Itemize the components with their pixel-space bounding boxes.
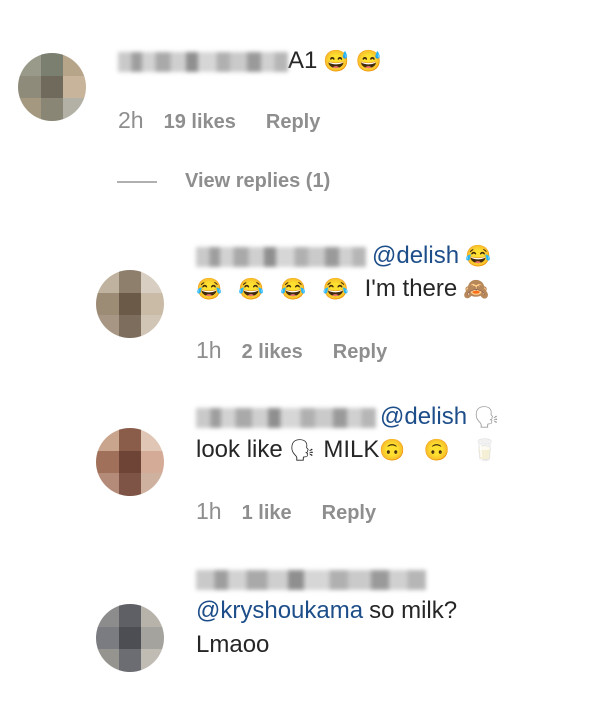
timestamp: 2h (118, 107, 144, 133)
comment-body: Lmaoo (196, 631, 270, 658)
speaking-head-emoji-icon: 🗣 (288, 438, 316, 462)
mention-link[interactable]: @delish (372, 242, 459, 269)
avatar-pixel (141, 292, 164, 317)
comment-line-1: @kryshoukama so milk? (196, 596, 457, 626)
avatar-pixel (118, 450, 143, 475)
avatar-pixel (40, 98, 65, 121)
avatar-pixel (141, 315, 164, 338)
speaking-head-emoji-icon: 🗣 (473, 405, 500, 429)
username[interactable] (196, 407, 376, 428)
comment-body: MILK (323, 436, 380, 463)
sweat-smile-emoji-icon: 😅 (355, 49, 382, 73)
avatar-pixel (141, 270, 164, 294)
avatar-pixel (118, 649, 143, 672)
avatar[interactable] (18, 53, 86, 121)
avatar-pixel (141, 604, 164, 628)
view-replies-label: View replies (1) (185, 170, 331, 192)
avatar[interactable] (96, 428, 164, 496)
comment-line-1: @delish 😂 (196, 241, 491, 271)
comment-text: A1 😅 😅 (118, 46, 382, 76)
avatar-pixel (96, 604, 120, 628)
comment-line-2: 😂 😂 😂 😂 I'm there 🙈 (190, 274, 489, 304)
avatar-pixel (63, 75, 86, 100)
milk-glass-emoji-icon: 🥛 (471, 438, 498, 462)
avatar-pixel (96, 473, 120, 496)
joy-emoji-icon: 😂 (280, 277, 307, 301)
avatar-pixel (118, 428, 143, 452)
mention-link[interactable]: @delish (380, 403, 467, 430)
avatar-pixel (96, 270, 120, 294)
avatar-pixel (118, 270, 143, 294)
joy-emoji-icon: 😂 (196, 277, 223, 301)
sweat-smile-emoji-icon: 😅 (323, 49, 350, 73)
comment-line-2: look like 🗣 MILK🙃 🙃 🥛 (196, 435, 498, 465)
upside-down-face-emoji-icon: 🙃 (379, 438, 406, 462)
avatar-pixel (141, 450, 164, 475)
comment-username-line (196, 564, 426, 594)
joy-emoji-icon: 😂 (238, 277, 265, 301)
comment-meta: 1h 1 like Reply (196, 498, 376, 525)
likes-count[interactable]: 19 likes (164, 111, 236, 133)
comment-meta: 2h 19 likes Reply (118, 107, 320, 134)
mention-link[interactable]: @kryshoukama (196, 597, 363, 624)
timestamp: 1h (196, 498, 222, 524)
joy-emoji-icon: 😂 (322, 277, 349, 301)
comment-meta: 1h 2 likes Reply (196, 337, 387, 364)
avatar-pixel (118, 626, 143, 651)
reply-button[interactable]: Reply (266, 111, 320, 133)
avatar-pixel (96, 450, 120, 475)
avatar-pixel (18, 75, 42, 100)
comment-line-1: @delish 🗣 (196, 402, 500, 432)
reply-button[interactable]: Reply (322, 502, 376, 524)
avatar-pixel (118, 315, 143, 338)
avatar-pixel (141, 649, 164, 672)
avatar-pixel (96, 626, 120, 651)
avatar-pixel (96, 315, 120, 338)
username[interactable] (196, 246, 366, 267)
avatar-pixel (96, 649, 120, 672)
comment-body: I'm there (364, 275, 458, 302)
see-no-evil-monkey-emoji-icon: 🙈 (463, 277, 490, 301)
timestamp: 1h (196, 337, 222, 363)
comment-body: so milk? (369, 597, 458, 624)
comment-body: look like (196, 436, 283, 463)
username[interactable] (196, 569, 426, 590)
username[interactable] (118, 51, 288, 72)
avatar[interactable] (96, 604, 164, 672)
avatar-pixel (96, 292, 120, 317)
avatar-pixel (18, 53, 42, 77)
likes-count[interactable]: 2 likes (242, 341, 303, 363)
avatar-pixel (63, 98, 86, 121)
joy-emoji-icon: 😂 (465, 244, 492, 268)
comment-body: A1 (288, 47, 318, 74)
avatar-pixel (18, 98, 42, 121)
comment-line-2: Lmaoo (196, 630, 269, 660)
reply-button[interactable]: Reply (333, 341, 387, 363)
avatar-pixel (118, 292, 143, 317)
view-replies-button[interactable]: View replies (1) (117, 170, 330, 193)
avatar[interactable] (96, 270, 164, 338)
avatar-pixel (141, 473, 164, 496)
avatar-pixel (96, 428, 120, 452)
likes-count[interactable]: 1 like (242, 502, 292, 524)
avatar-pixel (40, 75, 65, 100)
avatar-pixel (118, 473, 143, 496)
avatar-pixel (63, 53, 86, 77)
replies-divider (117, 180, 157, 183)
upside-down-face-emoji-icon: 🙃 (423, 438, 450, 462)
avatar-pixel (118, 604, 143, 628)
avatar-pixel (141, 428, 164, 452)
avatar-pixel (141, 626, 164, 651)
avatar-pixel (40, 53, 65, 77)
